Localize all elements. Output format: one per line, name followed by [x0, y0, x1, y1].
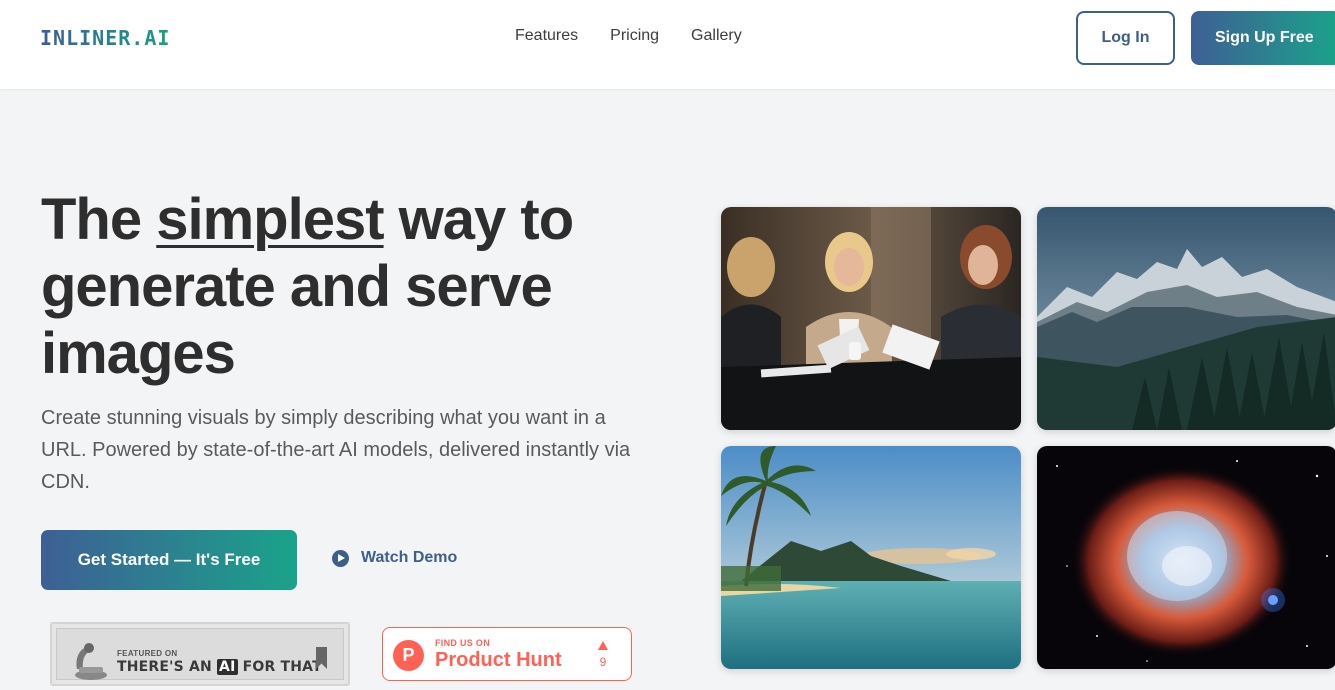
- aift-title: THERE'S AN AI FOR THAT: [117, 659, 322, 675]
- get-started-button[interactable]: Get Started — It's Free: [41, 530, 297, 590]
- nav-link-pricing[interactable]: Pricing: [610, 27, 659, 45]
- product-hunt-badge[interactable]: P FIND US ON Product Hunt 9: [382, 627, 632, 681]
- hero-title-part1: The: [41, 187, 157, 252]
- theres-an-ai-for-that-badge[interactable]: FEATURED ON THERE'S AN AI FOR THAT: [50, 622, 350, 686]
- nav-link-gallery[interactable]: Gallery: [691, 27, 742, 45]
- business-meeting-illustration: [721, 207, 1021, 430]
- gallery-image-business-meeting[interactable]: [721, 207, 1021, 430]
- product-hunt-logo-icon: P: [393, 640, 424, 671]
- tropical-beach-illustration: [721, 446, 1021, 669]
- nav-link-features[interactable]: Features: [515, 27, 578, 45]
- upvote-arrow-icon: [598, 641, 608, 650]
- aift-title-ai: AI: [217, 659, 238, 675]
- upvote-count: 9: [599, 655, 607, 669]
- nav-links: Features Pricing Gallery: [515, 27, 742, 45]
- hero-title-emphasis: simplest: [156, 187, 384, 252]
- gallery-image-tropical-beach[interactable]: [721, 446, 1021, 669]
- login-button[interactable]: Log In: [1076, 11, 1175, 65]
- hero-subtitle: Create stunning visuals by simply descri…: [41, 407, 631, 493]
- signup-button[interactable]: Sign Up Free: [1191, 11, 1335, 65]
- gallery-image-mountains[interactable]: [1037, 207, 1335, 430]
- nebula-illustration: [1037, 446, 1335, 669]
- mountains-illustration: [1037, 207, 1335, 430]
- watch-demo-label: Watch Demo: [361, 549, 458, 566]
- logo[interactable]: INLINER.AI: [40, 26, 170, 50]
- hero-title: The simplest way to generate and serve i…: [41, 186, 681, 387]
- ph-find-us-label: FIND US ON: [435, 638, 491, 648]
- badge-inner: FEATURED ON THERE'S AN AI FOR THAT: [56, 628, 344, 680]
- aift-featured-label: FEATURED ON: [117, 649, 178, 658]
- ph-title: Product Hunt: [435, 649, 562, 671]
- robot-arm-icon: [75, 643, 107, 680]
- aift-title-pre: THERE'S AN: [117, 659, 218, 675]
- aift-title-post: FOR THAT: [237, 659, 322, 675]
- watch-demo-link[interactable]: Watch Demo: [332, 549, 457, 567]
- top-nav: INLINER.AI Features Pricing Gallery Log …: [0, 0, 1335, 89]
- gallery-image-nebula[interactable]: [1037, 446, 1335, 669]
- play-circle-icon: [332, 549, 349, 567]
